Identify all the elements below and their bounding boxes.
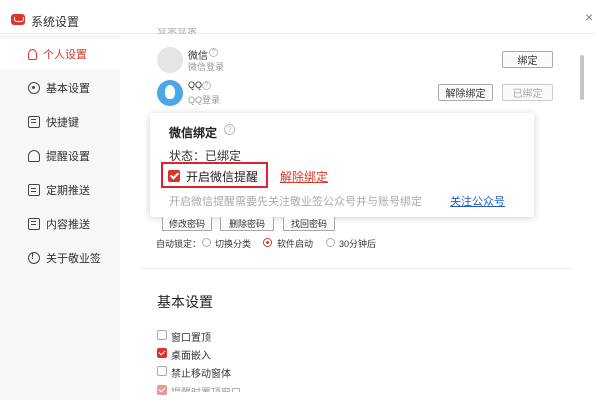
sidebar-item-basic[interactable]: 基本设置	[0, 73, 120, 103]
help-icon[interactable]: ?	[202, 81, 211, 90]
checkbox-label: 桌面嵌入	[171, 351, 211, 362]
sidebar-item-label: 个人设置	[43, 49, 87, 61]
popup-title: 微信绑定	[169, 126, 218, 140]
content-icon	[28, 218, 40, 230]
calendar-icon	[28, 184, 40, 196]
qq-bound-button[interactable]: 已绑定	[502, 84, 553, 101]
radio-label: 切换分类	[215, 239, 252, 249]
sidebar: 个人设置 基本设置 快捷键 提醒设置 定期推送 内容推送 关于敬业签	[0, 35, 120, 400]
qq-unbind-button[interactable]: 解除绑定	[438, 84, 493, 101]
sidebar-item-label: 基本设置	[46, 83, 90, 95]
radio-label: 软件启动	[277, 239, 314, 249]
wechat-bind-button[interactable]: 绑定	[502, 51, 553, 68]
help-icon[interactable]: ?	[209, 48, 218, 57]
sidebar-item-label: 关于敬业签	[46, 253, 101, 265]
checkbox-window-on-top[interactable]	[157, 330, 167, 340]
close-button[interactable]: ×	[585, 10, 595, 24]
autolock-radio-30min[interactable]	[326, 238, 335, 247]
wechat-account-sub: 微信登录	[188, 62, 225, 72]
recover-password-button[interactable]: 找回密码	[283, 217, 335, 231]
change-password-button[interactable]: 修改密码	[162, 217, 212, 231]
sidebar-item-label: 提醒设置	[46, 151, 90, 163]
bell-icon	[28, 150, 40, 162]
delete-password-button[interactable]: 删除密码	[220, 217, 274, 231]
sidebar-item-shortcuts[interactable]: 快捷键	[0, 107, 120, 137]
qq-avatar-icon	[157, 80, 183, 106]
scrollbar-thumb[interactable]	[580, 55, 584, 100]
info-icon	[28, 251, 40, 264]
checkbox-label: 禁止移动窗体	[171, 369, 231, 380]
autolock-label: 自动锁定：	[156, 239, 202, 249]
popup-note: 开启微信提醒需要先关注敬业签公众号并与账号绑定	[169, 196, 422, 208]
checkbox-label: 窗口置顶	[171, 333, 211, 344]
basic-settings-title: 基本设置	[157, 294, 213, 310]
radio-label: 30分钟后	[339, 239, 377, 249]
checkbox-label: 提醒时置顶窗口	[171, 384, 241, 392]
unbind-link[interactable]: 解除绑定	[280, 168, 328, 185]
qq-account-name: QQ	[188, 80, 203, 90]
user-icon	[28, 48, 37, 60]
login-section-title: 登录登录	[157, 28, 197, 34]
autolock-radio-switch-category[interactable]	[202, 238, 211, 247]
title-bar: 系统设置 ×	[0, 0, 595, 34]
sidebar-item-label: 内容推送	[46, 219, 90, 231]
window-title: 系统设置	[31, 15, 80, 29]
autolock-radio-app-start[interactable]	[263, 238, 272, 247]
help-icon[interactable]: ?	[224, 124, 235, 135]
checkbox-desktop-embed[interactable]	[157, 348, 167, 358]
settings-icon	[28, 82, 40, 94]
sidebar-item-label: 快捷键	[46, 117, 79, 129]
sidebar-item-scheduled-push[interactable]: 定期推送	[0, 175, 120, 205]
sidebar-item-about[interactable]: 关于敬业签	[0, 243, 120, 273]
sidebar-item-content-push[interactable]: 内容推送	[0, 209, 120, 239]
wechat-avatar-icon	[157, 47, 183, 73]
sidebar-item-label: 定期推送	[46, 185, 90, 197]
keyboard-icon	[28, 116, 40, 128]
wechat-reminder-checkbox[interactable]	[168, 170, 180, 182]
sidebar-item-reminder[interactable]: 提醒设置	[0, 141, 120, 171]
qq-account-sub: QQ登录	[188, 95, 221, 105]
follow-official-account-link[interactable]: 关注公众号	[450, 193, 505, 209]
checkbox-reminder-on-top[interactable]	[157, 385, 167, 395]
app-logo-icon	[11, 14, 25, 25]
sidebar-item-personal[interactable]: 个人设置	[0, 39, 120, 69]
checkbox-lock-window-move[interactable]	[157, 366, 167, 376]
wechat-reminder-label[interactable]: 开启微信提醒	[186, 168, 258, 185]
section-divider	[140, 268, 573, 269]
